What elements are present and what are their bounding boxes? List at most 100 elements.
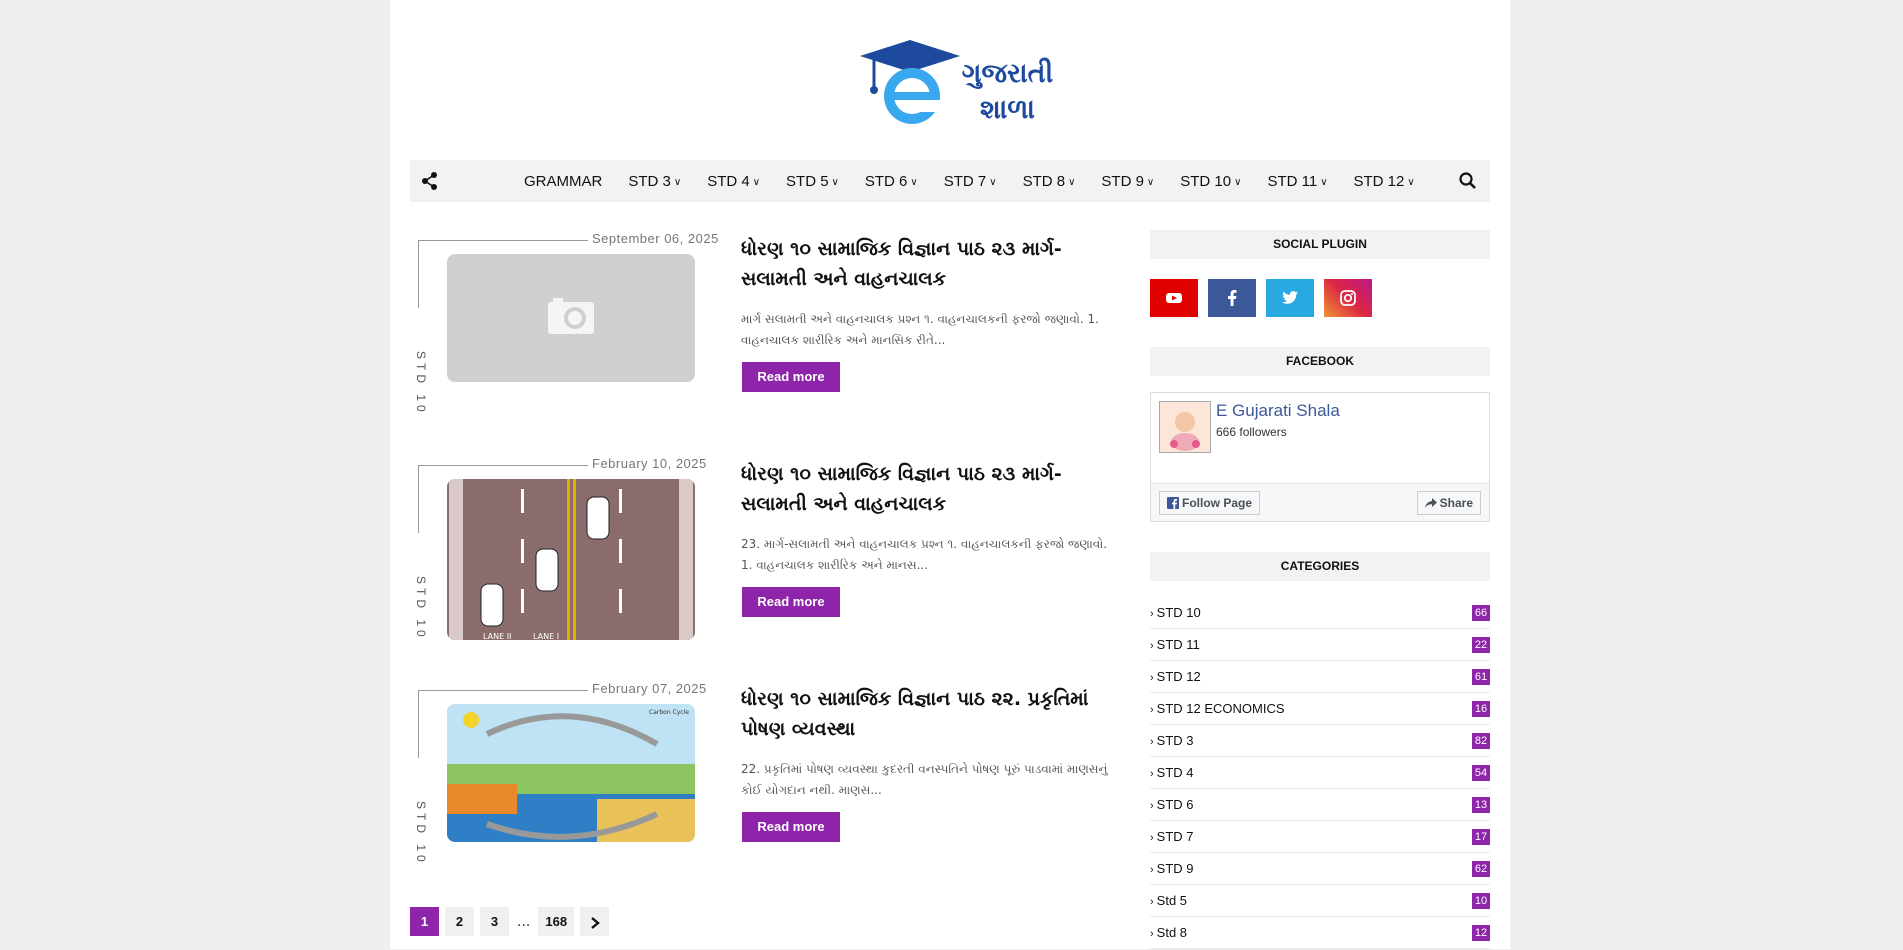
fb-follow-page-button[interactable]: Follow Page xyxy=(1159,491,1261,515)
nav-item-std-5[interactable]: STD 5 ∨ xyxy=(786,173,839,190)
read-more-button[interactable]: Read more xyxy=(742,812,840,842)
facebook-button[interactable] xyxy=(1208,279,1256,317)
lane-label-2: LANE II xyxy=(483,632,511,640)
post-card: February 10, 2025 STD 10 LANE II LANE I … xyxy=(414,456,1116,666)
nav-item-std-7[interactable]: STD 7 ∨ xyxy=(944,173,997,190)
category-item-std-4[interactable]: › STD 4 54 xyxy=(1150,757,1490,789)
post-card: September 06, 2025 STD 10 ધોરણ ૧૦ સામાજિ… xyxy=(414,231,1116,441)
child-avatar-image xyxy=(1160,402,1210,452)
page-3-button[interactable]: 3 xyxy=(480,907,509,936)
post-thumbnail-placeholder[interactable] xyxy=(447,254,695,382)
page: ગુજરાતી શાળા GRAMMAR STD 3 ∨ STD 4 ∨ STD 5 ∨ ST… xyxy=(390,0,1510,949)
chevron-right-icon: › xyxy=(1150,704,1154,716)
category-count-badge: 61 xyxy=(1472,669,1490,685)
category-item-std-12-economics[interactable]: › STD 12 ECONOMICS 16 xyxy=(1150,693,1490,725)
nav-item-label: STD 11 xyxy=(1267,172,1318,190)
chevron-right-icon: › xyxy=(1150,768,1154,780)
chevron-right-icon: › xyxy=(1150,832,1154,844)
post-label[interactable]: STD 10 xyxy=(414,801,428,866)
post-title[interactable]: ધોરણ ૧૦ સામાજિક વિજ્ઞાન પાઠ ૨૨. પ્રકૃતિમ… xyxy=(741,684,1111,744)
post-title[interactable]: ધોરણ ૧૦ સામાજિક વિજ્ઞાન પાઠ ૨૩ માર્ગ-સલા… xyxy=(741,234,1111,294)
page-last-button[interactable]: 168 xyxy=(538,907,575,936)
fb-share-button[interactable]: Share xyxy=(1416,491,1481,515)
instagram-button[interactable] xyxy=(1324,279,1372,317)
carbon-cycle-image: Carbon Cycle xyxy=(447,704,695,842)
post-thumbnail-carbon-cycle[interactable]: Carbon Cycle xyxy=(447,704,695,842)
nav-item-std-11[interactable]: STD 11 ∨ xyxy=(1267,173,1327,190)
search-icon[interactable] xyxy=(1458,171,1478,191)
category-item-std-8[interactable]: › Std 8 12 xyxy=(1150,917,1490,949)
pagination: 1 2 3 ... 168 xyxy=(410,907,615,936)
chevron-down-icon: ∨ xyxy=(989,176,997,188)
nav-item-label: STD 7 xyxy=(943,172,987,190)
post-title[interactable]: ધોરણ ૧૦ સામાજિક વિજ્ઞાન પાઠ ૨૩ માર્ગ-સલા… xyxy=(741,459,1111,519)
category-item-std-12[interactable]: › STD 12 61 xyxy=(1150,661,1490,693)
category-item-std-6[interactable]: › STD 6 13 xyxy=(1150,789,1490,821)
lane-label-1: LANE I xyxy=(533,632,559,640)
social-buttons xyxy=(1150,279,1490,317)
chevron-right-icon: › xyxy=(1150,608,1154,620)
nav-item-std-10[interactable]: STD 10 ∨ xyxy=(1180,173,1241,190)
fb-page-name[interactable]: E Gujarati Shala xyxy=(1216,401,1340,421)
read-more-button[interactable]: Read more xyxy=(742,362,840,392)
youtube-button[interactable] xyxy=(1150,279,1198,317)
category-count-badge: 16 xyxy=(1472,701,1490,717)
nav-item-std-12[interactable]: STD 12 ∨ xyxy=(1354,173,1415,190)
chevron-right-icon: › xyxy=(1150,800,1154,812)
page-1-button[interactable]: 1 xyxy=(410,907,439,936)
fb-page-avatar[interactable] xyxy=(1159,401,1211,453)
category-count-badge: 62 xyxy=(1472,861,1490,877)
main-nav: GRAMMAR STD 3 ∨ STD 4 ∨ STD 5 ∨ STD 6 ∨ STD 7 ∨ STD… xyxy=(410,160,1490,202)
nav-item-std-4[interactable]: STD 4 ∨ xyxy=(707,173,760,190)
post-thumbnail-road[interactable]: LANE II LANE I xyxy=(447,479,695,640)
chevron-down-icon: ∨ xyxy=(752,176,761,188)
logo-text-line1: ગુજરાતી xyxy=(961,58,1054,89)
fb-follow-label: Follow Page xyxy=(1182,496,1253,510)
category-name: STD 4 xyxy=(1156,765,1194,780)
facebook-heading: FACEBOOK xyxy=(1150,347,1490,376)
share-icon[interactable] xyxy=(420,171,440,191)
chevron-right-icon: › xyxy=(1150,672,1154,684)
chevron-right-icon: › xyxy=(1150,736,1154,748)
category-item-std-9[interactable]: › STD 9 62 xyxy=(1150,853,1490,885)
facebook-icon xyxy=(1167,497,1179,509)
post-label[interactable]: STD 10 xyxy=(414,576,428,641)
chevron-down-icon: ∨ xyxy=(1407,176,1415,188)
next-page-button[interactable] xyxy=(580,907,610,936)
youtube-icon xyxy=(1166,293,1182,303)
image-caption: Carbon Cycle xyxy=(649,709,689,716)
nav-item-std-3[interactable]: STD 3 ∨ xyxy=(628,173,681,190)
chevron-down-icon: ∨ xyxy=(1320,176,1328,188)
nav-item-grammar[interactable]: GRAMMAR xyxy=(524,173,602,190)
category-count-badge: 13 xyxy=(1472,797,1490,813)
category-item-std-3[interactable]: › STD 3 82 xyxy=(1150,725,1490,757)
site-logo[interactable]: ગુજરાતી શાળા xyxy=(860,38,1053,128)
facebook-page-widget: E Gujarati Shala 666 followers Follow Pa… xyxy=(1150,392,1490,522)
post-date: February 07, 2025 xyxy=(592,681,707,696)
chevron-down-icon: ∨ xyxy=(910,176,918,188)
nav-item-std-8[interactable]: STD 8 ∨ xyxy=(1023,173,1076,190)
category-name: STD 11 xyxy=(1156,637,1200,652)
nav-item-std-9[interactable]: STD 9 ∨ xyxy=(1101,173,1154,190)
post-date: February 10, 2025 xyxy=(592,456,707,471)
category-name: STD 12 ECONOMICS xyxy=(1156,701,1285,716)
camera-icon xyxy=(548,298,594,334)
post-snippet: માર્ગ સલામતી અને વાહનચાલક પ્રશ્ન ૧. વાહન… xyxy=(741,312,1099,347)
category-item-std-11[interactable]: › STD 11 22 xyxy=(1150,629,1490,661)
nav-item-std-6[interactable]: STD 6 ∨ xyxy=(865,173,918,190)
post-date: September 06, 2025 xyxy=(592,231,719,246)
nav-item-label: STD 5 xyxy=(786,172,829,190)
category-item-std-5[interactable]: › Std 5 10 xyxy=(1150,885,1490,917)
nav-item-label: STD 9 xyxy=(1101,172,1144,190)
page-2-button[interactable]: 2 xyxy=(445,907,474,936)
twitter-button[interactable] xyxy=(1266,279,1314,317)
category-item-std-10[interactable]: › STD 10 66 xyxy=(1150,597,1490,629)
category-count-badge: 54 xyxy=(1472,765,1490,781)
category-name: STD 12 xyxy=(1156,669,1201,684)
post-label[interactable]: STD 10 xyxy=(414,351,428,416)
read-more-button[interactable]: Read more xyxy=(742,587,840,617)
categories-list: › STD 10 66 › STD 11 22 › STD 12 61 › STD 12 ECONO… xyxy=(1150,597,1490,949)
nav-item-label: GRAMMAR xyxy=(524,172,603,190)
category-item-std-7[interactable]: › STD 7 17 xyxy=(1150,821,1490,853)
nav-item-label: STD 10 xyxy=(1180,172,1232,190)
